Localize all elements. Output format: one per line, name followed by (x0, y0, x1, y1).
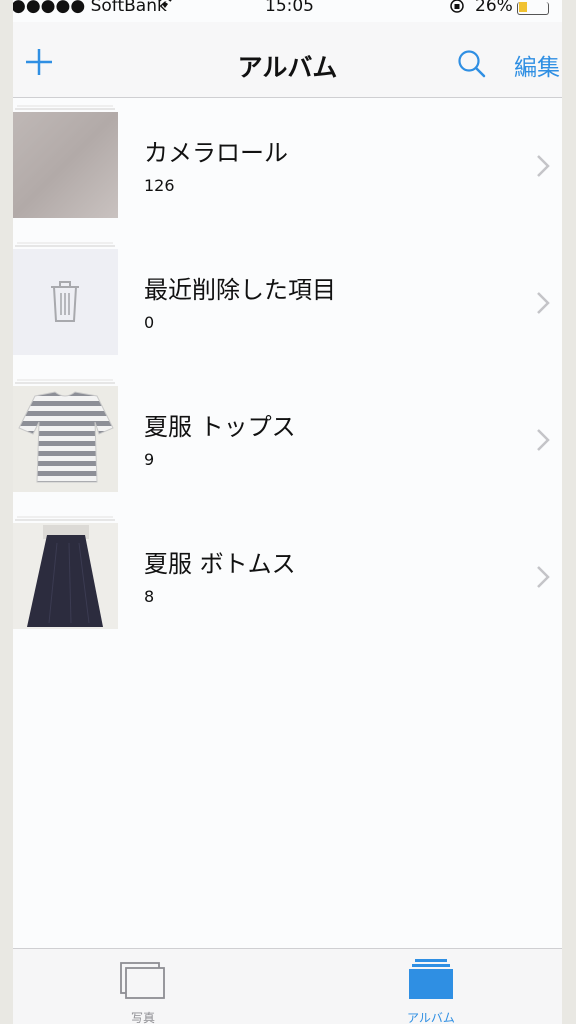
thumbnail-stack-edge (17, 516, 113, 518)
search-icon (458, 50, 486, 78)
tab-bar: 写真 アルバム (13, 948, 562, 1024)
battery-percent: 26% (475, 0, 513, 16)
album-thumbnail (13, 249, 118, 355)
battery-icon (517, 2, 549, 15)
album-name: 最近削除した項目 (144, 276, 336, 304)
tab-label: アルバム (407, 1011, 455, 1024)
album-name: 夏服 トップス (144, 413, 296, 441)
album-name: カメラロール (144, 139, 288, 167)
thumbnail-stack-edge (15, 108, 115, 110)
album-name: 夏服 ボトムス (144, 550, 296, 578)
wifi-icon (157, 0, 173, 14)
thumbnail-stack-edge (15, 245, 115, 247)
trash-icon (51, 281, 79, 322)
album-row-summer-tops[interactable]: 夏服 トップス 9 (13, 372, 562, 494)
thumbnail-stack-edge (17, 105, 113, 107)
chevron-right-icon (537, 566, 550, 588)
photos-tab-icon (120, 962, 165, 999)
album-row-summer-bottoms[interactable]: 夏服 ボトムス 8 (13, 509, 562, 631)
tab-label: 写真 (130, 1011, 155, 1024)
album-count: 126 (144, 176, 175, 195)
album-thumbnail (13, 112, 118, 218)
chevron-right-icon (537, 429, 550, 451)
thumbnail-stack-edge (17, 379, 113, 381)
navy-skirt-image (27, 525, 103, 627)
clock: 15:05 (265, 0, 314, 16)
thumbnail-stack-edge (15, 519, 115, 521)
album-thumbnail (13, 386, 118, 492)
albums-screen: ●●●●● SoftBank 15:05 26% アルバム 編集 カメラロール … (13, 0, 562, 1024)
rotation-lock-icon (449, 0, 465, 18)
carrier-label: ●●●●● SoftBank (13, 0, 167, 16)
albums-tab-icon (409, 959, 453, 999)
album-count: 0 (144, 313, 155, 332)
chevron-right-icon (537, 155, 550, 177)
chevron-right-icon (537, 292, 550, 314)
striped-tshirt-image (18, 391, 114, 483)
status-bar: ●●●●● SoftBank 15:05 26% (13, 0, 562, 22)
tab-albums[interactable]: アルバム (371, 949, 491, 1024)
thumbnail-stack-edge (17, 242, 113, 244)
thumbnail-stack-edge (15, 382, 115, 384)
album-row-recently-deleted[interactable]: 最近削除した項目 0 (13, 235, 562, 357)
album-count: 8 (144, 587, 155, 606)
album-thumbnail (13, 523, 118, 629)
album-count: 9 (144, 450, 155, 469)
search-button[interactable] (456, 48, 488, 80)
edit-button[interactable]: 編集 (514, 48, 560, 82)
navigation-bar: アルバム 編集 (13, 22, 562, 98)
tab-photos[interactable]: 写真 (83, 949, 203, 1024)
album-row-camera-roll[interactable]: カメラロール 126 (13, 98, 562, 220)
